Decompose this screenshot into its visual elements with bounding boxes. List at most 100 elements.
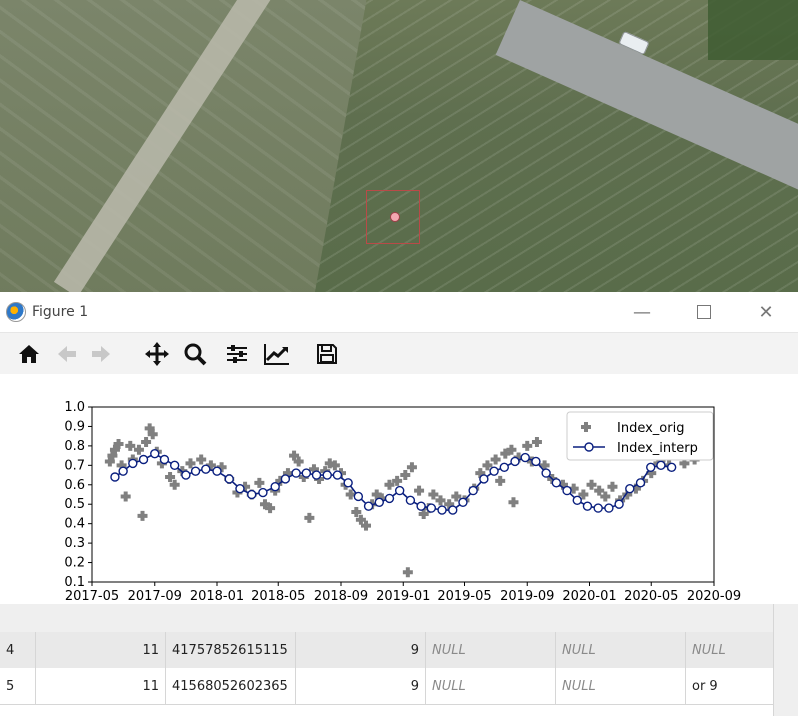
table-scrollbar[interactable] xyxy=(773,604,798,716)
selected-point-marker[interactable] xyxy=(390,212,400,222)
cell-c6[interactable]: or 9 xyxy=(686,668,774,704)
y-tick-label: 0.7 xyxy=(64,458,85,473)
y-tick-label: 0.4 xyxy=(64,517,85,532)
home-icon[interactable] xyxy=(14,339,44,369)
index-interp-point xyxy=(635,478,646,488)
y-tick-label: 0.5 xyxy=(64,497,85,512)
index-interp-point xyxy=(416,501,426,511)
pan-icon[interactable] xyxy=(142,339,172,369)
edit-axes-icon[interactable] xyxy=(262,339,292,369)
table-row[interactable]: 4 11 41757852615115 9 NULL NULL NULL xyxy=(0,632,798,669)
cell-c3[interactable]: 9 xyxy=(296,632,426,668)
legend-orig-label: Index_orig xyxy=(617,421,684,436)
row-id: 5 xyxy=(0,668,36,704)
y-tick-label: 0.6 xyxy=(64,478,85,493)
index-interp-point xyxy=(520,452,530,463)
cell-c5[interactable]: NULL xyxy=(556,668,686,704)
back-icon[interactable] xyxy=(52,339,82,369)
index-interp-point xyxy=(614,499,624,509)
index-interp-point xyxy=(247,489,257,500)
index-interp-point xyxy=(363,501,374,511)
index-interp-point xyxy=(258,487,268,498)
app-icon xyxy=(6,302,26,322)
index-interp-point xyxy=(426,503,437,513)
forward-icon[interactable] xyxy=(86,339,116,369)
maximize-icon[interactable] xyxy=(686,298,722,326)
cell-c1[interactable]: 11 xyxy=(36,632,166,668)
minimize-icon[interactable]: — xyxy=(624,298,660,326)
close-icon[interactable]: ✕ xyxy=(748,298,784,326)
index-interp-point xyxy=(458,497,468,507)
index-interp-point xyxy=(110,472,120,482)
index-interp-point xyxy=(593,503,603,513)
legend-interp-label: Index_interp xyxy=(617,441,698,456)
configure-subplots-icon[interactable] xyxy=(222,339,252,369)
index-interp-point xyxy=(169,460,180,471)
index-interp-point xyxy=(118,466,128,476)
x-tick-label: 2020-01 xyxy=(562,589,616,604)
crop-field-left xyxy=(0,0,367,292)
index-interp-point xyxy=(343,478,353,488)
index-interp-point xyxy=(499,462,509,472)
index-interp-point xyxy=(604,503,614,513)
index-interp-point xyxy=(311,470,322,480)
x-tick-label: 2020-05 xyxy=(624,589,678,604)
index-interp-point xyxy=(479,474,489,484)
index-interp-point xyxy=(394,485,405,496)
index-interp-point xyxy=(625,483,635,494)
index-interp-point xyxy=(150,448,160,459)
index-interp-point xyxy=(572,495,582,506)
cell-c4[interactable]: NULL xyxy=(426,668,556,704)
cell-c5[interactable]: NULL xyxy=(556,632,686,668)
table-header-strip xyxy=(0,604,798,633)
zoom-icon[interactable] xyxy=(180,339,210,369)
x-tick-label: 2018-01 xyxy=(190,589,244,604)
table-row[interactable]: 5 11 41568052602365 9 NULL NULL or 9 xyxy=(0,668,798,705)
index-interp-point xyxy=(332,470,343,480)
x-tick-label: 2017-05 xyxy=(65,589,119,604)
index-interp-point xyxy=(468,485,478,496)
legend-interp-marker xyxy=(584,442,594,452)
index-interp-point xyxy=(138,454,149,465)
cell-c3[interactable]: 9 xyxy=(296,668,426,704)
index-interp-point xyxy=(562,485,572,496)
window-titlebar[interactable]: Figure 1 — ✕ xyxy=(0,292,798,332)
index-interp-point xyxy=(646,462,656,472)
x-tick-label: 2018-09 xyxy=(314,589,368,604)
y-tick-label: 0.9 xyxy=(64,419,85,434)
attribute-table: 4 11 41757852615115 9 NULL NULL NULL 5 1… xyxy=(0,604,798,716)
cell-c2[interactable]: 41568052602365 xyxy=(166,668,296,704)
plot-canvas[interactable]: 0.1 0.2 0.3 0.4 0.5 0.6 0.7 0.8 0.9 1.0 2017-05 201… xyxy=(0,374,798,604)
index-interp-point xyxy=(582,501,593,511)
index-interp-point xyxy=(270,482,280,492)
index-interp-point xyxy=(280,474,291,484)
cell-c6[interactable]: NULL xyxy=(686,632,774,668)
index-interp-point xyxy=(190,466,201,476)
index-interp-point xyxy=(551,478,562,488)
index-interp-point xyxy=(374,497,384,507)
vegetation-patch xyxy=(708,0,798,60)
figure-toolbar xyxy=(0,332,798,376)
index-interp-point xyxy=(437,505,447,515)
cell-c1[interactable]: 11 xyxy=(36,668,166,704)
row-id: 4 xyxy=(0,632,36,668)
index-interp-point xyxy=(384,493,395,504)
aerial-map-view[interactable] xyxy=(0,0,798,292)
x-tick-label: 2020-09 xyxy=(687,589,741,604)
index-interp-point xyxy=(666,462,677,472)
index-interp-point xyxy=(510,456,520,467)
index-interp-point xyxy=(353,491,364,502)
save-icon[interactable] xyxy=(312,339,342,369)
y-tick-label: 1.0 xyxy=(64,400,85,415)
x-tick-label: 2019-01 xyxy=(376,589,430,604)
window-title: Figure 1 xyxy=(32,304,89,320)
x-tick-label: 2019-09 xyxy=(500,589,554,604)
index-interp-point xyxy=(531,456,541,467)
index-interp-point xyxy=(541,468,551,478)
cell-c2[interactable]: 41757852615115 xyxy=(166,632,296,668)
index-interp-point xyxy=(448,505,458,515)
cell-c4[interactable]: NULL xyxy=(426,632,556,668)
index-interp-point xyxy=(128,458,138,469)
x-tick-label: 2018-05 xyxy=(251,589,305,604)
index-interp-point xyxy=(201,464,211,474)
